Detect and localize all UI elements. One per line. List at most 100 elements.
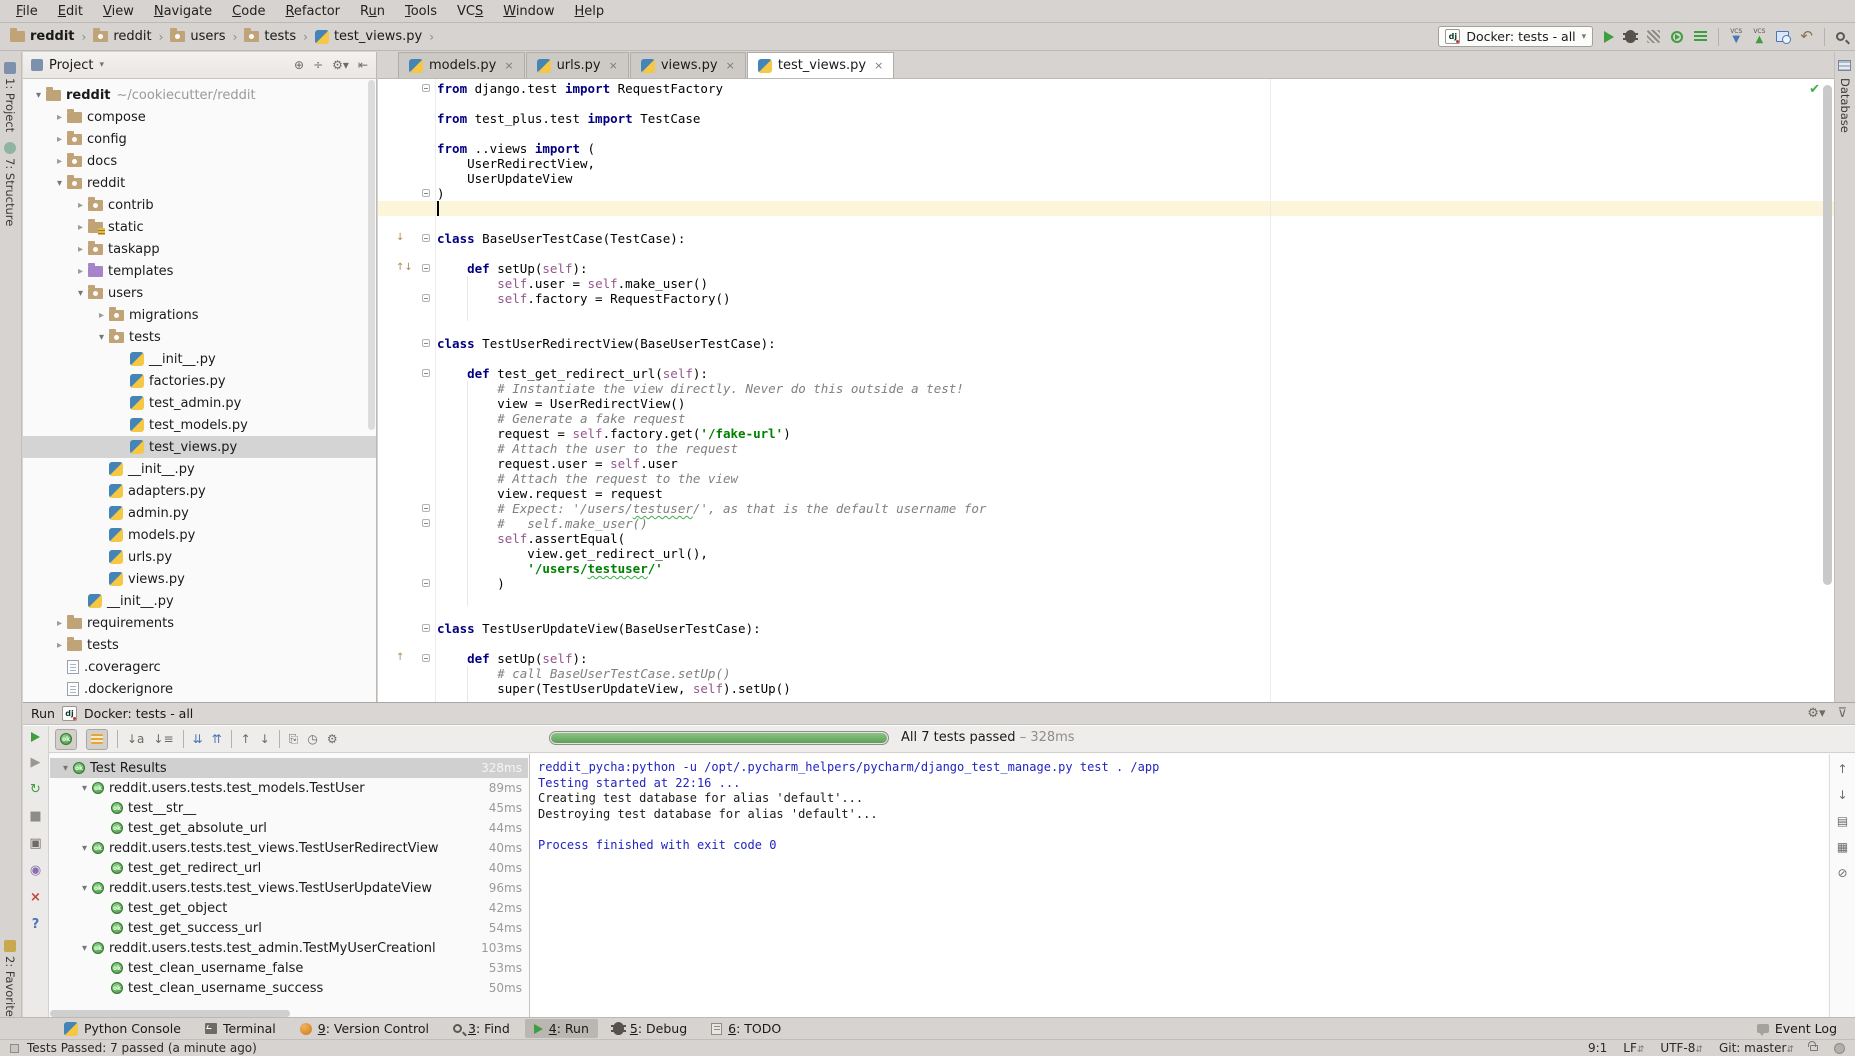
run-test-gutter-icon[interactable]: ↑↓ (396, 262, 413, 273)
collapse-all-icon[interactable]: ⇈ (212, 732, 222, 746)
tree-collapsed-icon[interactable]: ▸ (73, 244, 88, 255)
editor-tab-models-py[interactable]: models.py× (398, 52, 525, 78)
toggle-auto-test-button[interactable]: ↻ (30, 783, 41, 796)
tool-button-structure[interactable]: 7: Structure (3, 142, 17, 226)
run-console-output[interactable]: reddit_pycha:python -u /opt/.pycharm_hel… (529, 754, 1828, 1021)
menu-refactor[interactable]: Refactor (275, 1, 350, 22)
project-tree-row[interactable]: test_models.py (23, 414, 376, 436)
scroll-to-end-icon[interactable]: ▦ (1837, 840, 1848, 854)
test-tree-row[interactable]: ▾okreddit.users.tests.test_admin.TestMyU… (50, 938, 528, 958)
tree-expanded-icon[interactable]: ▾ (94, 332, 109, 343)
test-tree-row[interactable]: oktest_get_absolute_url44ms (50, 818, 528, 838)
tree-expanded-icon[interactable]: ▾ (77, 783, 92, 794)
project-tree-row[interactable]: ▾tests (23, 326, 376, 348)
soft-wrap-icon[interactable]: ▤ (1837, 814, 1848, 828)
lock-icon[interactable] (1810, 1045, 1818, 1051)
project-tree-row[interactable]: ▸tests (23, 634, 376, 656)
test-tree-row[interactable]: ▾okTest Results328ms (50, 758, 528, 778)
project-tree-row[interactable]: test_views.py (23, 436, 376, 458)
local-history-button[interactable] (1776, 31, 1789, 42)
next-test-icon[interactable]: ↓ (260, 732, 270, 746)
tree-collapsed-icon[interactable]: ▸ (73, 266, 88, 277)
vcs-commit-button[interactable]: VCS▲ (1753, 29, 1765, 45)
tool-button-favorites[interactable]: 2: Favorites (3, 940, 17, 1023)
fold-marker-icon[interactable] (422, 579, 430, 587)
project-tree-row[interactable]: ▸compose (23, 106, 376, 128)
menu-run[interactable]: Run (350, 1, 395, 22)
tree-expanded-icon[interactable]: ▾ (58, 763, 73, 774)
close-icon[interactable]: × (726, 59, 735, 72)
toolwindow-button-python-console[interactable]: Python Console (55, 1019, 190, 1038)
project-tree-row[interactable]: ▸migrations (23, 304, 376, 326)
tree-expanded-icon[interactable]: ▾ (77, 943, 92, 954)
tree-collapsed-icon[interactable]: ▸ (94, 310, 109, 321)
menu-navigate[interactable]: Navigate (144, 1, 222, 22)
scroll-down-icon[interactable]: ↓ (1837, 788, 1847, 802)
fold-marker-icon[interactable] (422, 234, 430, 242)
breadcrumb-item[interactable]: reddit (93, 29, 151, 44)
tree-collapsed-icon[interactable]: ▸ (52, 156, 67, 167)
project-tree-row[interactable]: ▾users (23, 282, 376, 304)
debug-button[interactable] (1625, 30, 1636, 43)
project-tree-row[interactable]: ▸taskapp (23, 238, 376, 260)
coverage-button[interactable] (1647, 30, 1660, 43)
menu-help[interactable]: Help (565, 1, 615, 22)
run-dashboard-button[interactable] (1694, 31, 1707, 42)
export-results-icon[interactable]: ⎘ (289, 732, 299, 747)
search-everywhere-button[interactable] (1836, 32, 1845, 41)
run-test-gutter-icon[interactable]: ↑ (396, 652, 404, 663)
project-tree-row[interactable]: urls.py (23, 546, 376, 568)
scroll-up-icon[interactable]: ↑ (1837, 762, 1847, 776)
toolwindow-button-9-version-control[interactable]: 9: Version Control (291, 1019, 438, 1038)
clear-console-icon[interactable]: ⊘ (1837, 866, 1847, 880)
project-tree-row[interactable]: ▸static (23, 216, 376, 238)
gear-icon[interactable]: ⚙▾ (1807, 707, 1825, 720)
project-tree-row[interactable]: ▸docs (23, 150, 376, 172)
toolwindow-button-6-todo[interactable]: 6: TODO (702, 1019, 790, 1038)
test-tree-row[interactable]: ▾okreddit.users.tests.test_views.TestUse… (50, 878, 528, 898)
run-configuration-select[interactable]: dj Docker: tests - all ▾ (1438, 26, 1593, 47)
tree-expanded-icon[interactable]: ▾ (77, 843, 92, 854)
test-tree-row[interactable]: oktest_clean_username_false53ms (50, 958, 528, 978)
test-tree-row[interactable]: oktest_get_object42ms (50, 898, 528, 918)
tree-collapsed-icon[interactable]: ▸ (73, 222, 88, 233)
breadcrumb-item[interactable]: tests (244, 29, 296, 44)
tool-button-database[interactable]: Database (1838, 78, 1852, 133)
project-tree-row[interactable]: adapters.py (23, 480, 376, 502)
tree-collapsed-icon[interactable]: ▸ (52, 618, 67, 629)
project-tree-row[interactable]: .dockerignore (23, 678, 376, 700)
menu-file[interactable]: File (6, 1, 48, 22)
test-tree-row[interactable]: oktest_get_success_url54ms (50, 918, 528, 938)
test-history-icon[interactable]: ◷ (307, 732, 317, 746)
sort-by-duration-icon[interactable]: ↓≡ (153, 732, 173, 746)
fold-marker-icon[interactable] (422, 189, 430, 197)
gear-icon[interactable]: ⚙▾ (332, 58, 349, 72)
tree-expanded-icon[interactable]: ▾ (77, 883, 92, 894)
project-tree-row[interactable]: views.py (23, 568, 376, 590)
collapse-all-icon[interactable]: ÷ (313, 58, 323, 72)
pin-tab-button[interactable]: ◉ (30, 864, 41, 877)
fold-marker-icon[interactable] (422, 84, 430, 92)
test-tree-scrollbar[interactable] (50, 1010, 290, 1017)
editor-scrollbar[interactable] (1823, 85, 1832, 585)
caret-position-widget[interactable]: 9:1 (1588, 1041, 1607, 1055)
menu-window[interactable]: Window (493, 1, 564, 22)
tree-collapsed-icon[interactable]: ▸ (52, 134, 67, 145)
toolwindow-button-5-debug[interactable]: 5: Debug (604, 1019, 696, 1038)
project-tree-row[interactable]: ▸templates (23, 260, 376, 282)
tool-button-project[interactable]: 1: Project (3, 62, 17, 132)
tree-expanded-icon[interactable]: ▾ (31, 90, 46, 101)
project-tree-row[interactable]: __init__.py (23, 348, 376, 370)
close-button[interactable]: × (30, 891, 41, 904)
event-log-button[interactable]: Event Log (1748, 1019, 1855, 1038)
project-tree-row[interactable]: __init__.py (23, 590, 376, 612)
project-tree-row[interactable]: ▾reddit~/cookiecutter/reddit (23, 84, 376, 106)
show-ignored-toggle[interactable] (86, 729, 108, 750)
fold-marker-icon[interactable] (422, 264, 430, 272)
menu-vcs[interactable]: VCS (447, 1, 493, 22)
fold-marker-icon[interactable] (422, 654, 430, 662)
tree-expanded-icon[interactable]: ▾ (73, 288, 88, 299)
toolwindow-button-3-find[interactable]: 3: Find (444, 1019, 519, 1038)
close-icon[interactable]: × (609, 59, 618, 72)
close-icon[interactable]: × (504, 59, 513, 72)
